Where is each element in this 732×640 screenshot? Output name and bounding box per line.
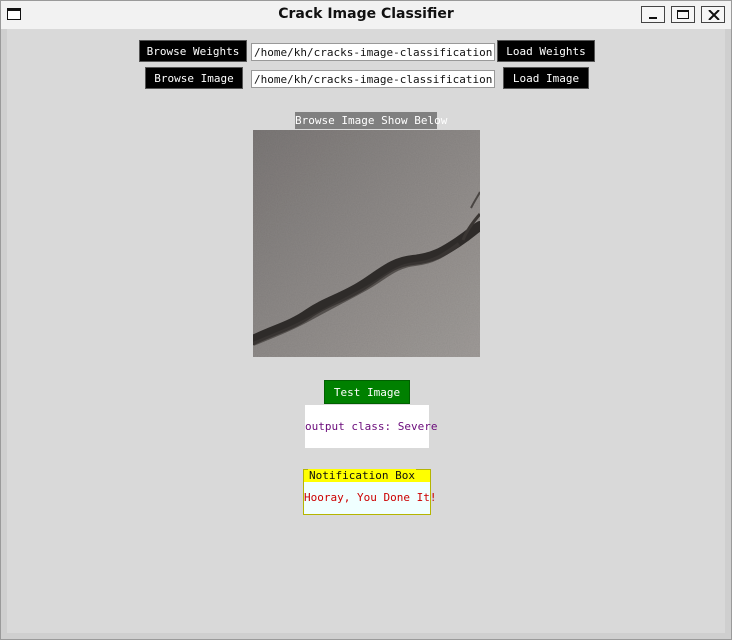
- image-preview-caption: Browse Image Show Below: [295, 112, 448, 129]
- app-window: Crack Image Classifier Browse Weights Lo…: [0, 0, 732, 640]
- notification-box: Notification Box Hooray, You Done It!: [303, 469, 437, 515]
- image-path-input[interactable]: [251, 70, 495, 88]
- crack-image-preview: [253, 130, 480, 357]
- main-content: Browse Weights Load Weights Browse Image…: [7, 29, 725, 633]
- window-title: Crack Image Classifier: [278, 6, 454, 22]
- load-image-button[interactable]: Load Image: [503, 67, 589, 89]
- maximize-icon[interactable]: [671, 6, 695, 23]
- minimize-icon[interactable]: [641, 6, 665, 23]
- browse-image-button[interactable]: Browse Image: [145, 67, 243, 89]
- browse-weights-button[interactable]: Browse Weights: [139, 40, 247, 62]
- close-icon[interactable]: [701, 6, 725, 23]
- weights-path-input[interactable]: [251, 43, 495, 61]
- load-weights-button[interactable]: Load Weights: [497, 40, 595, 62]
- notification-message: Hooray, You Done It!: [304, 491, 437, 504]
- title-bar[interactable]: Crack Image Classifier: [1, 1, 731, 30]
- output-class-label: output class: Severe: [305, 405, 437, 448]
- test-image-button[interactable]: Test Image: [324, 380, 410, 404]
- notification-legend: Notification Box: [308, 469, 416, 482]
